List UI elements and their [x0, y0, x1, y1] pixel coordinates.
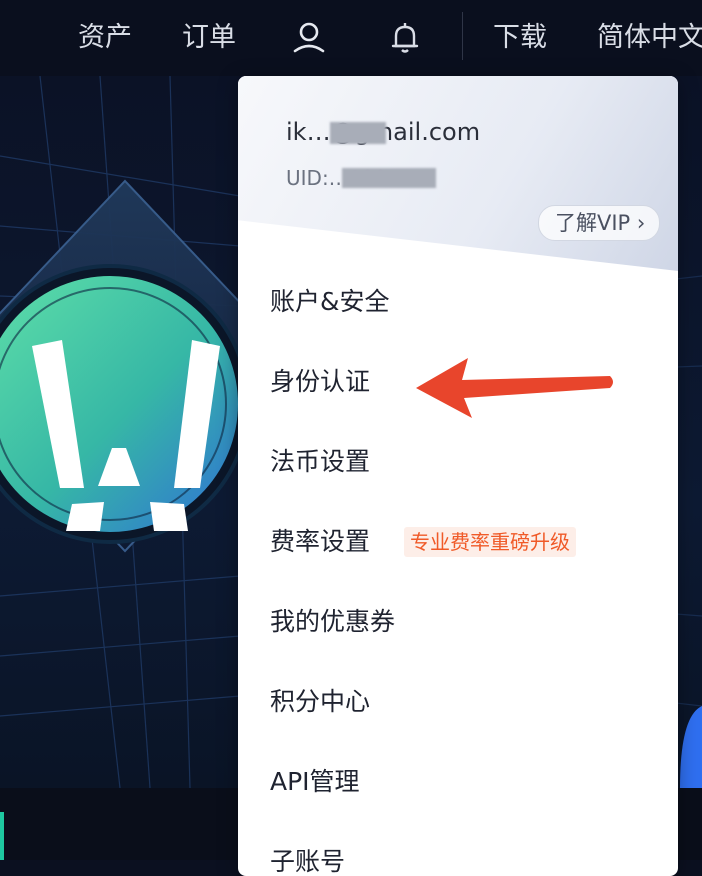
nav-orders[interactable]: 订单 — [182, 18, 236, 58]
user-icon[interactable] — [289, 18, 329, 58]
nav-download[interactable]: 下载 — [493, 18, 547, 58]
nav-language[interactable]: 简体中文 — [597, 18, 702, 58]
account-dropdown: ik…@gmail.com UID:…100 了解VIP › 账户&安全 身份认… — [238, 76, 678, 876]
menu-fee-settings[interactable]: 费率设置 — [270, 522, 370, 562]
fee-promo-badge: 专业费率重磅升级 — [404, 527, 576, 557]
nav-assets[interactable]: 资产 — [78, 18, 132, 58]
menu-fiat-settings[interactable]: 法币设置 — [270, 442, 370, 482]
email-redaction — [330, 122, 386, 144]
annotation-arrow — [416, 358, 613, 418]
menu-coupons[interactable]: 我的优惠券 — [270, 602, 395, 642]
uid-redaction — [342, 168, 436, 188]
menu-identity-verification[interactable]: 身份认证 — [270, 362, 370, 402]
nav-divider — [462, 12, 463, 60]
bell-icon[interactable] — [385, 18, 425, 58]
vip-button[interactable]: 了解VIP › — [538, 205, 661, 241]
menu-account-security[interactable]: 账户&安全 — [270, 282, 390, 322]
top-navbar: 资产 订单 下载 简体中文 — [0, 0, 702, 76]
menu-api-management[interactable]: API管理 — [270, 762, 360, 802]
menu-sub-accounts[interactable]: 子账号 — [270, 842, 345, 876]
menu-points-center[interactable]: 积分中心 — [270, 682, 370, 722]
accent-bar — [0, 812, 4, 860]
